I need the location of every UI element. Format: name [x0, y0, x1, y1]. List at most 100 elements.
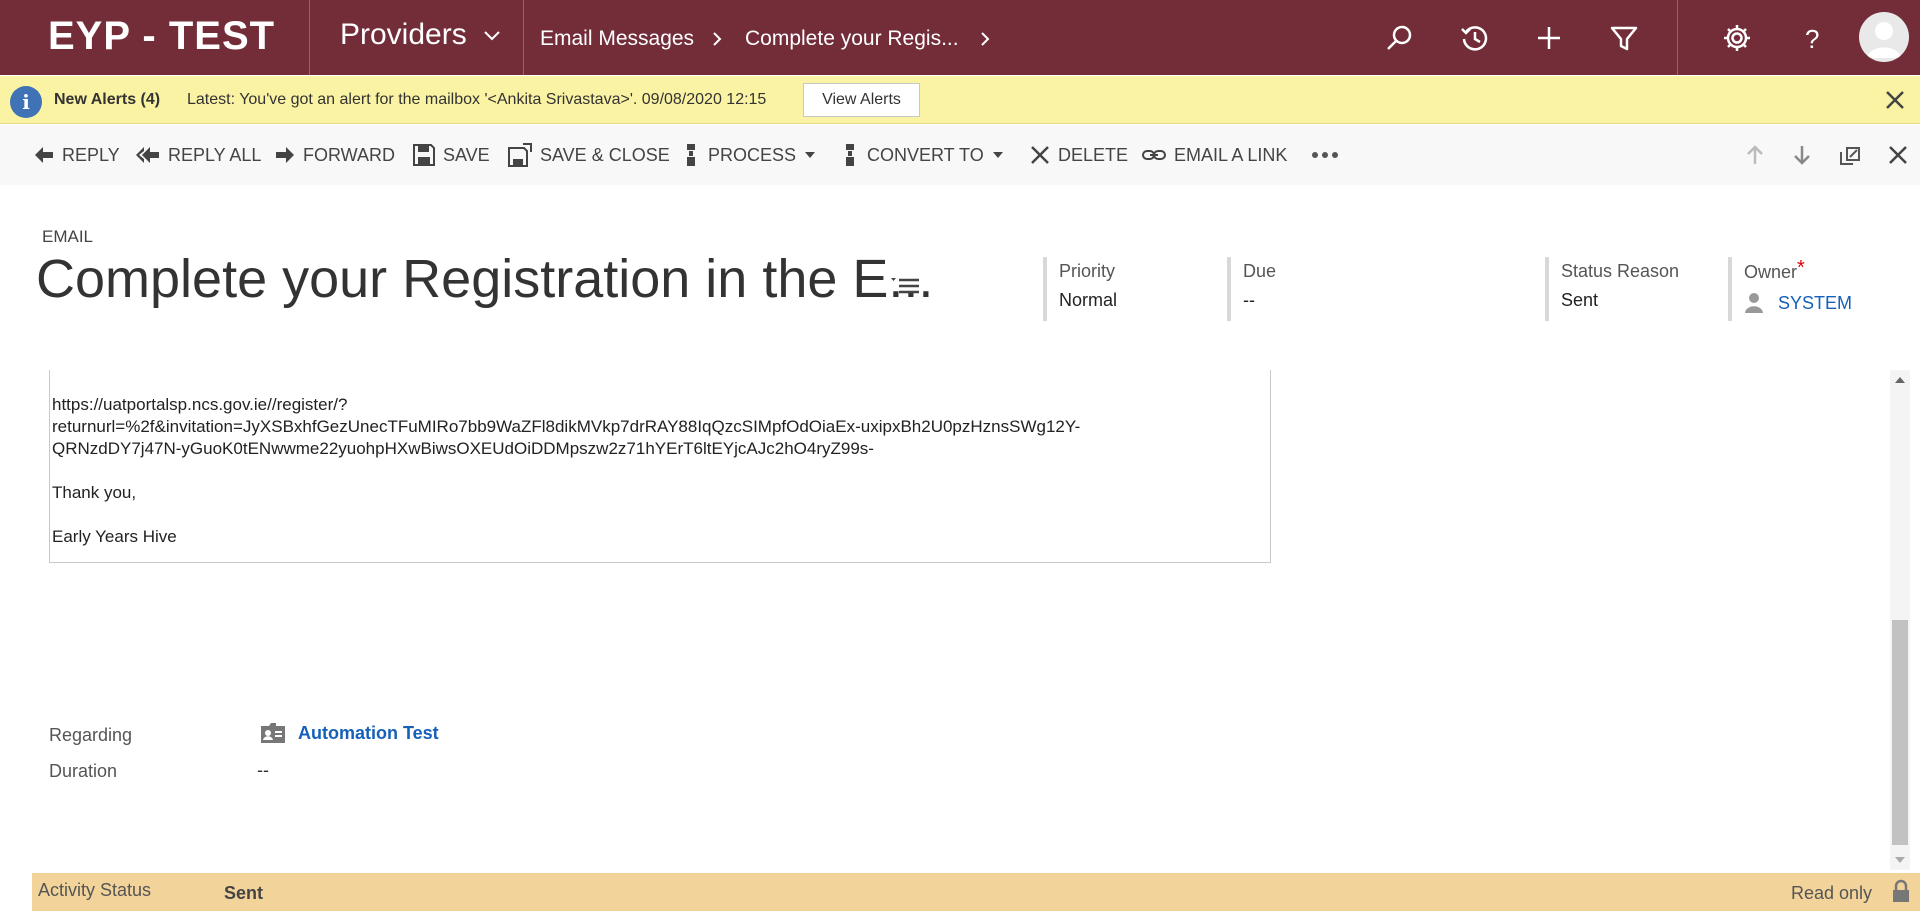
status-reason-field[interactable]: Status Reason Sent: [1545, 257, 1725, 321]
ellipsis-icon: [1312, 152, 1338, 158]
priority-value: Normal: [1059, 290, 1118, 310]
chevron-right-icon[interactable]: [976, 29, 994, 49]
divider: [1677, 0, 1678, 75]
chevron-right-icon: [713, 32, 722, 46]
divider: [309, 0, 310, 75]
due-label: Due: [1243, 261, 1277, 281]
signature-text: Early Years Hive: [52, 527, 177, 546]
convert-to-label: CONVERT TO: [867, 144, 984, 165]
save-close-icon: [508, 143, 532, 167]
reply-button[interactable]: REPLY: [34, 125, 120, 185]
owner-field[interactable]: Owner* SYSTEM: [1728, 257, 1898, 321]
history-icon[interactable]: [1459, 22, 1491, 54]
save-button[interactable]: SAVE: [413, 125, 490, 185]
process-menu-button[interactable]: PROCESS: [682, 125, 816, 185]
duration-label: Duration: [49, 761, 118, 781]
reply-all-label: REPLY ALL: [168, 144, 262, 165]
convert-to-menu-button[interactable]: CONVERT TO: [841, 125, 1004, 185]
entity-type-label: EMAIL: [42, 227, 94, 246]
status-reason-value: Sent: [1561, 290, 1599, 310]
email-a-link-label: EMAIL A LINK: [1174, 144, 1288, 165]
close-icon[interactable]: [1883, 88, 1907, 112]
more-commands-button[interactable]: [1311, 125, 1339, 185]
divider: [523, 0, 524, 75]
contact-card-icon: [261, 723, 285, 743]
due-value: --: [1243, 290, 1255, 310]
app-logo[interactable]: EYP - TEST: [48, 14, 275, 59]
email-body[interactable]: https://uatportalsp.ncs.gov.ie//register…: [49, 370, 1271, 563]
read-only-indicator: Read only: [1791, 883, 1873, 903]
caret-down-icon: [805, 152, 816, 158]
process-icon: [687, 144, 695, 166]
owner-value[interactable]: SYSTEM: [1744, 292, 1898, 314]
user-icon: [1745, 293, 1763, 313]
reply-all-button[interactable]: REPLY ALL: [136, 125, 261, 185]
forward-label: FORWARD: [303, 144, 395, 165]
reply-arrow-icon: [35, 147, 53, 163]
alert-title: New Alerts (4): [54, 91, 161, 108]
duration-value: --: [257, 760, 269, 780]
email-a-link-button[interactable]: EMAIL A LINK: [1142, 125, 1287, 185]
info-icon: i: [10, 86, 42, 118]
top-navigation-bar: EYP - TEST Providers Email Messages Comp…: [0, 0, 1920, 75]
delete-label: DELETE: [1058, 144, 1129, 165]
registration-link-line: https://uatportalsp.ncs.gov.ie//register…: [52, 395, 348, 414]
save-close-label: SAVE & CLOSE: [540, 144, 670, 165]
close-record-icon[interactable]: [1886, 143, 1910, 167]
convert-icon: [846, 144, 854, 166]
gear-icon[interactable]: [1721, 22, 1753, 54]
svg-text:?: ?: [1805, 24, 1819, 54]
help-icon[interactable]: ?: [1796, 22, 1828, 54]
reply-label: REPLY: [62, 144, 120, 165]
previous-record-arrow-icon[interactable]: [1743, 143, 1767, 167]
forward-arrow-icon: [276, 147, 294, 163]
view-alerts-button[interactable]: View Alerts: [803, 83, 920, 117]
scroll-up-arrow-icon[interactable]: [1894, 376, 1906, 384]
forward-button[interactable]: FORWARD: [275, 125, 395, 185]
user-icon: [1867, 22, 1901, 58]
regarding-lookup[interactable]: Automation Test: [260, 722, 439, 744]
regarding-label: Regarding: [49, 725, 133, 745]
search-icon[interactable]: [1384, 22, 1416, 54]
scroll-down-arrow-icon[interactable]: [1894, 856, 1906, 864]
breadcrumb-email-messages[interactable]: Email Messages: [540, 27, 694, 51]
closing-text: Thank you,: [52, 483, 137, 502]
avatar[interactable]: [1859, 12, 1909, 62]
registration-link-line: returnurl=%2f&invitation=JyXSBxhfGezUnec…: [52, 417, 1081, 436]
pop-out-icon[interactable]: [1838, 143, 1862, 167]
command-bar: REPLY REPLY ALL FORWARD SAVE SAVE & CLOS…: [0, 125, 1920, 185]
next-record-arrow-icon[interactable]: [1790, 143, 1814, 167]
reply-all-icon: [136, 147, 159, 163]
owner-label-wrap: Owner*: [1744, 257, 1898, 284]
alert-message: Latest: You've got an alert for the mail…: [187, 91, 767, 108]
link-icon: [1142, 150, 1166, 160]
alert-notification-bar: i New Alerts (4) Latest: You've got an a…: [0, 76, 1920, 124]
regarding-value: Automation Test: [298, 722, 439, 743]
delete-button[interactable]: DELETE: [1030, 125, 1128, 185]
priority-field[interactable]: Priority Normal: [1043, 257, 1223, 321]
save-icon: [413, 144, 435, 166]
vertical-scrollbar[interactable]: [1890, 370, 1910, 870]
delete-x-icon: [1031, 146, 1049, 164]
filter-icon[interactable]: [1608, 22, 1640, 54]
chevron-down-icon[interactable]: [481, 24, 503, 46]
owner-label: Owner: [1744, 262, 1798, 282]
lock-icon: [1893, 879, 1909, 902]
save-label: SAVE: [443, 144, 490, 165]
priority-label: Priority: [1059, 261, 1116, 281]
registration-link-line: QRNzdDY7j47N-yGuoK0tENwwme22yuohpHXwBiws…: [52, 439, 874, 458]
process-label: PROCESS: [708, 144, 797, 165]
owner-name: SYSTEM: [1778, 292, 1853, 313]
scrollbar-thumb[interactable]: [1892, 620, 1908, 845]
status-reason-label: Status Reason: [1561, 261, 1680, 281]
record-title: Complete your Registration in the E...: [36, 249, 934, 309]
activity-status-label: Activity Status: [38, 880, 152, 900]
breadcrumb-current-record[interactable]: Complete your Regis...: [745, 27, 959, 51]
save-and-close-button[interactable]: SAVE & CLOSE: [508, 125, 670, 185]
activity-status-value: Sent: [224, 883, 264, 903]
due-field[interactable]: Due --: [1227, 257, 1527, 321]
area-selector-label[interactable]: Providers: [340, 18, 467, 52]
plus-icon[interactable]: [1533, 22, 1565, 54]
form-selector-icon[interactable]: [890, 274, 920, 298]
required-marker: *: [1797, 257, 1805, 279]
